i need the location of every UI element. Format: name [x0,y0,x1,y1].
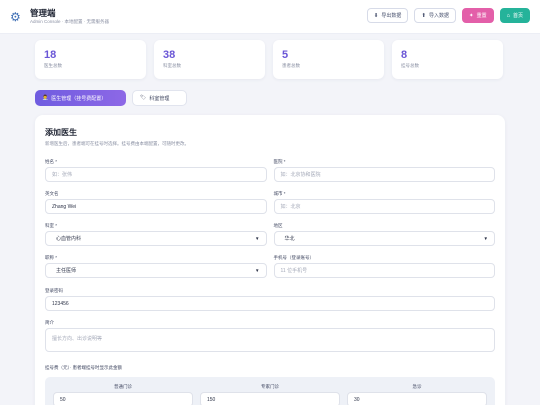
fee-regular-group: 普通门诊 50 [53,383,193,405]
department-field-group: 科室 * 心血管内科 ▼ [45,222,267,246]
department-select[interactable]: 心血管内科 ▼ [45,231,267,246]
home-button[interactable]: ⌂ 首页 [499,8,530,23]
chevron-down-icon: ▼ [255,236,260,241]
stat-label: 医生总数 [44,63,62,68]
english-name-input[interactable]: Zhang Wei [45,199,267,214]
city-field-group: 城市 * 如：北京 [273,190,495,214]
add-doctor-card: 添加医生 新增医生后，患者端可在挂号时选择。挂号费由本端配置，可随时更改。 姓名… [35,115,505,405]
chevron-down-icon: ▼ [483,236,488,241]
name-input[interactable]: 如：张伟 [45,167,267,182]
phone-input[interactable]: 11 位手机号 [273,263,495,278]
fee-regular-input[interactable]: 50 [53,392,193,405]
form-row: 姓名 * 如：张伟 医院 * 如：北京协和医院 [45,158,495,182]
page-subtitle: Admin Console · 本地配置 · 无需服务器 [30,19,110,24]
stats-row: 18 医生总数 38 科室总数 5 患者总数 8 挂号总数 [35,40,503,79]
fee-box: 普通门诊 50 专家门诊 150 急诊 30 [45,377,495,405]
title-select[interactable]: 主任医师 ▼ [45,263,267,278]
tab-doctors-label: 医生管理（挂号费配置） [51,95,107,102]
department-label: 科室 * [45,223,58,228]
department-value: 心血管内科 [56,236,82,242]
stat-value: 8 [401,49,408,61]
title-value: 主任医师 [56,268,77,274]
title-label: 职称 * [45,255,58,260]
english-name-field-group: 英文名 Zhang Wei [45,190,267,214]
password-label: 登录密码 [45,288,63,293]
fee-emergency-label: 急诊 [412,384,422,389]
phone-label: 手机号（登录账号） [273,255,315,260]
fee-section-label: 挂号费（元）· 患者端挂号时显示此金额 [45,365,122,370]
tab-departments-label: 科室管理 [149,95,170,102]
stat-card-doctors: 18 医生总数 [35,40,146,79]
form-description: 新增医生后，患者端可在挂号时选择。挂号费由本端配置，可随时更改。 [45,141,189,146]
download-icon: ⬇ [373,12,379,19]
region-field-group: 地区 华北 ▼ [273,222,495,246]
export-data-button[interactable]: ⬇ 导出数据 [366,8,409,23]
tab-departments[interactable]: 🏷 科室管理 [132,90,187,106]
form-row: 职称 * 主任医师 ▼ 手机号（登录账号） 11 位手机号 [45,254,495,278]
upload-icon: ⬆ [421,12,427,19]
stat-value: 38 [163,49,176,61]
export-data-label: 导出数据 [381,13,402,19]
tab-doctors[interactable]: 👨‍⚕ 医生管理（挂号费配置） [35,90,126,106]
phone-field-group: 手机号（登录账号） 11 位手机号 [273,254,495,278]
fee-expert-group: 专家门诊 150 [200,383,340,405]
fee-section-header: 挂号费（元）· 患者端挂号时显示此金额 [45,364,495,372]
page-title: 管理端 [30,8,56,18]
stat-card-registrations: 8 挂号总数 [392,40,503,79]
intro-textarea[interactable]: 擅长方向、出诊说明等 [45,328,495,352]
stat-card-patients: 5 患者总数 [273,40,384,79]
password-field-group: 登录密码 123456 [45,287,495,311]
english-name-label: 英文名 [45,191,59,196]
password-input[interactable]: 123456 [45,296,495,311]
form-row: 登录密码 123456 [45,287,495,311]
hospital-label: 医院 * [273,159,286,164]
home-icon: ⌂ [506,12,510,19]
fee-expert-label: 专家门诊 [261,384,279,389]
stat-label: 科室总数 [163,63,181,68]
stat-value: 5 [282,49,289,61]
fee-expert-input[interactable]: 150 [200,392,340,405]
hospital-input[interactable]: 如：北京协和医院 [273,167,495,182]
reset-label: 重置 [476,13,487,19]
top-actions: ⬇ 导出数据 ⬆ 导入数据 ✦ 重置 ⌂ 首页 [366,8,530,23]
region-select[interactable]: 华北 ▼ [273,231,495,246]
city-input[interactable]: 如：北京 [273,199,495,214]
fee-emergency-group: 急诊 30 [347,383,487,405]
tab-bar: 👨‍⚕ 医生管理（挂号费配置） 🏷 科室管理 [35,90,187,106]
import-data-button[interactable]: ⬆ 导入数据 [414,8,457,23]
region-value: 华北 [284,236,295,242]
intro-label: 简介 [45,320,54,325]
chevron-down-icon: ▼ [255,268,260,273]
stat-card-departments: 38 科室总数 [154,40,265,79]
reset-button[interactable]: ✦ 重置 [462,8,494,23]
form-row: 简介 擅长方向、出诊说明等 [45,319,495,352]
stat-label: 患者总数 [282,63,300,68]
tag-icon: 🏷 [140,95,147,101]
hospital-field-group: 医院 * 如：北京协和医院 [273,158,495,182]
name-field-group: 姓名 * 如：张伟 [45,158,267,182]
brand: 管理端 Admin Console · 本地配置 · 无需服务器 [30,8,109,25]
intro-field-group: 简介 擅长方向、出诊说明等 [45,319,495,352]
title-field-group: 职称 * 主任医师 ▼ [45,254,267,278]
doctor-icon: 👨‍⚕ [42,95,49,101]
fee-regular-label: 普通门诊 [114,384,132,389]
fee-emergency-input[interactable]: 30 [347,392,487,405]
broom-icon: ✦ [469,12,474,19]
form-row: 科室 * 心血管内科 ▼ 地区 华北 ▼ [45,222,495,246]
top-bar: ⚙ 管理端 Admin Console · 本地配置 · 无需服务器 ⬇ 导出数… [0,0,540,34]
name-label: 姓名 * [45,159,58,164]
stat-value: 18 [44,49,57,61]
gear-icon: ⚙ [10,9,21,24]
city-label: 城市 * [273,191,286,196]
form-title: 添加医生 [45,128,77,137]
import-data-label: 导入数据 [429,13,450,19]
home-label: 首页 [512,13,523,19]
form-row: 英文名 Zhang Wei 城市 * 如：北京 [45,190,495,214]
region-label: 地区 [273,223,283,228]
stat-label: 挂号总数 [401,63,419,68]
